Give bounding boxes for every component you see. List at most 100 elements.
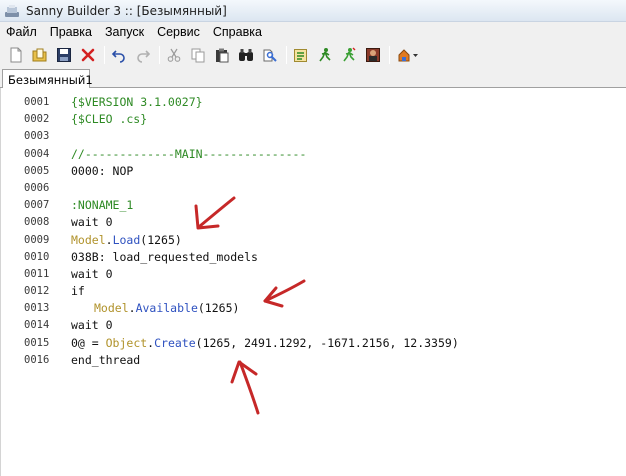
line-text: 0@ = Object.Create(1265, 2491.1292, -167… [71, 335, 459, 352]
replace-button[interactable] [260, 45, 280, 65]
tools-dropdown-icon [398, 49, 418, 62]
class-token: Model [94, 301, 129, 316]
method-token: Load [112, 232, 141, 247]
line-number: 0004 [24, 147, 50, 160]
line-number: 0011 [24, 267, 50, 280]
line-text: {$CLEO .cs} [71, 112, 148, 127]
code-line: 0006 [1, 180, 626, 197]
game-button[interactable] [363, 45, 383, 65]
new-file-icon [10, 47, 22, 63]
menu-edit[interactable]: Правка [44, 25, 99, 39]
find-icon [239, 49, 253, 61]
code-line: 0013 Model.Available(1265) [1, 300, 626, 317]
redo-icon [137, 50, 151, 63]
code-line: 0007 :NONAME_1 [1, 197, 626, 214]
toolbar-separator [159, 46, 160, 64]
code-line: 0005 0000: NOP [1, 163, 626, 180]
menu-run[interactable]: Запуск [99, 25, 151, 39]
code-line: 0009 Model.Load(1265) [1, 232, 626, 249]
line-text: wait 0 [71, 266, 113, 281]
open-button[interactable] [30, 45, 50, 65]
code-line: 0012 if [1, 283, 626, 300]
line-number: 0012 [24, 285, 50, 298]
cut-button[interactable] [164, 45, 184, 65]
code-line: 0001 {$VERSION 3.1.0027} [1, 94, 626, 111]
close-button[interactable] [78, 45, 98, 65]
code-line: 0010 038B: load_requested_models [1, 249, 626, 266]
open-folder-icon [32, 48, 47, 62]
line-text: Model.Available(1265) [94, 300, 239, 317]
line-text: Model.Load(1265) [71, 232, 182, 249]
redo-button[interactable] [133, 45, 153, 65]
menu-help[interactable]: Справка [207, 25, 269, 39]
line-number: 0009 [24, 233, 50, 246]
args-token: (1265) [140, 232, 182, 247]
dot-token: . [105, 232, 113, 247]
save-icon [57, 48, 71, 62]
line-number: 0001 [24, 96, 50, 108]
compile-icon [294, 49, 307, 62]
undo-button[interactable] [109, 45, 129, 65]
line-number: 0008 [24, 216, 50, 229]
close-icon [81, 48, 95, 62]
line-text: wait 0 [71, 215, 113, 230]
menu-file[interactable]: Файл [0, 25, 44, 39]
class-token: Object [105, 335, 148, 350]
line-number: 0015 [24, 336, 50, 349]
line-text: end_thread [71, 352, 141, 367]
tab-strip: Безымянный1 [0, 68, 626, 89]
tools-dropdown-button[interactable] [394, 45, 422, 65]
args-token: (1265) [197, 301, 240, 316]
save-button[interactable] [54, 45, 74, 65]
line-number: 0010 [24, 250, 50, 263]
line-text: 0000: NOP [71, 163, 134, 178]
code-line: 0014 wait 0 [1, 317, 626, 334]
code-line: 0004 //-------------MAIN--------------- [1, 146, 626, 163]
line-text: {$VERSION 3.1.0027} [71, 95, 203, 109]
line-text: if [71, 284, 85, 299]
line-number: 0003 [24, 130, 50, 143]
toolbar-separator [104, 46, 105, 64]
run-icon [343, 47, 356, 62]
line-number: 0013 [24, 302, 50, 315]
assign-token: 0@ = [71, 335, 106, 350]
code-line: 0008 wait 0 [1, 214, 626, 231]
cut-icon [167, 48, 181, 62]
copy-button[interactable] [188, 45, 208, 65]
compile-button[interactable] [291, 45, 311, 65]
paste-button[interactable] [212, 45, 232, 65]
code-lines: 0001 {$VERSION 3.1.0027} 0002 {$CLEO .cs… [1, 94, 626, 369]
code-line: 0003 [1, 128, 626, 145]
undo-icon [111, 50, 125, 63]
code-line: 0011 wait 0 [1, 266, 626, 283]
line-number: 0016 [24, 353, 50, 366]
code-editor[interactable]: 0001 {$VERSION 3.1.0027} 0002 {$CLEO .cs… [0, 88, 626, 476]
window-title: Sanny Builder 3 :: [Безымянный] [26, 3, 227, 18]
menu-bar: Файл Правка Запуск Сервис Справка [0, 22, 626, 42]
line-text: :NONAME_1 [71, 198, 134, 213]
line-text: wait 0 [71, 318, 113, 333]
line-number: 0007 [24, 199, 50, 212]
toolbar [0, 42, 626, 68]
line-text: //-------------MAIN--------------- [71, 146, 307, 161]
new-file-button[interactable] [6, 45, 26, 65]
class-token: Model [71, 232, 106, 247]
line-number: 0006 [24, 181, 50, 194]
toolbar-separator [286, 46, 287, 64]
toolbar-separator [389, 46, 390, 64]
menu-tools[interactable]: Сервис [151, 25, 207, 39]
replace-icon [263, 49, 277, 62]
args-token: (1265, 2491.1292, -1671.2156, 12.3359) [195, 335, 459, 350]
find-button[interactable] [236, 45, 256, 65]
line-number: 0005 [24, 164, 50, 177]
tab-untitled1[interactable]: Безымянный1 [2, 69, 93, 89]
dot-token: . [128, 301, 136, 316]
method-token: Create [154, 335, 196, 350]
code-line: 0002 {$CLEO .cs} [1, 111, 626, 128]
method-token: Available [135, 301, 198, 316]
compile-run-button[interactable] [315, 45, 335, 65]
copy-icon [191, 48, 205, 63]
line-number: 0014 [24, 319, 50, 332]
code-line: 0015 0@ = Object.Create(1265, 2491.1292,… [1, 335, 626, 352]
run-button[interactable] [339, 45, 359, 65]
